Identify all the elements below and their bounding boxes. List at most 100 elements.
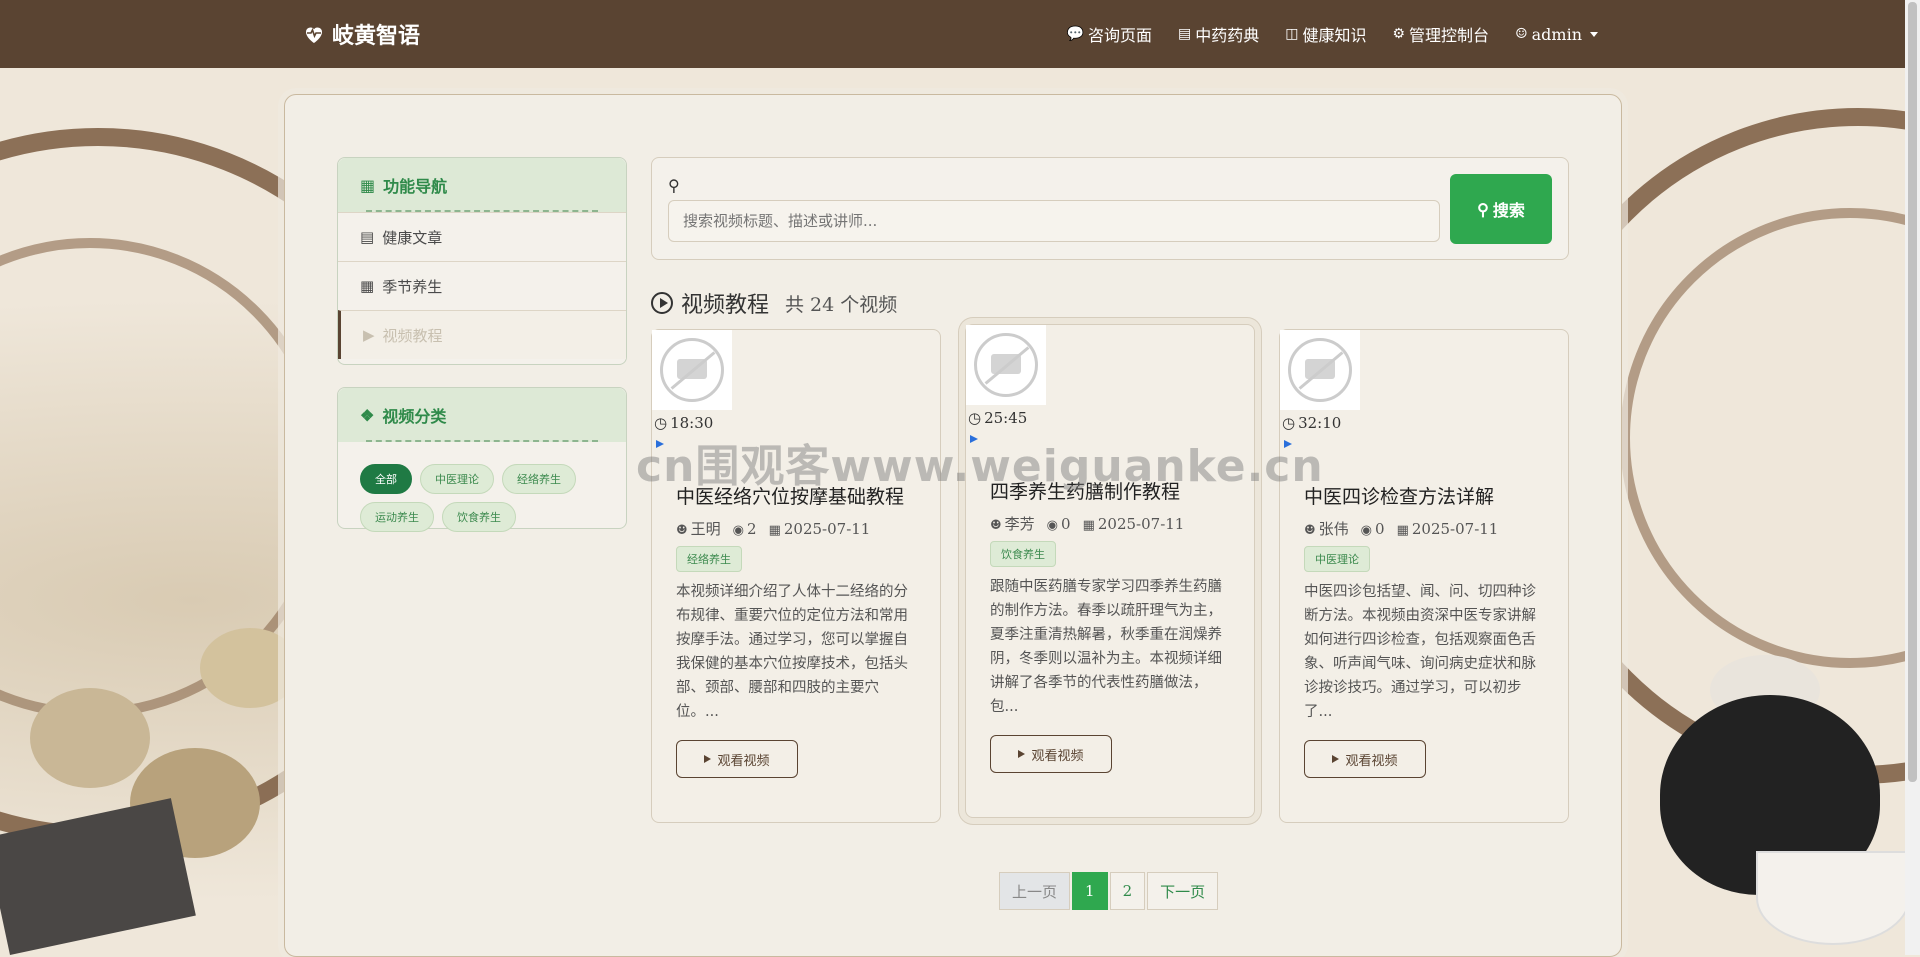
video-title[interactable]: 中医经络穴位按摩基础教程 — [676, 482, 904, 509]
nav-admin-label: 管理控制台 — [1409, 26, 1490, 45]
author-name: 张伟 — [1318, 520, 1349, 538]
sidebar-item-label: 视频教程 — [382, 326, 443, 345]
search-input[interactable] — [668, 200, 1440, 242]
function-nav-panel: ▦ 功能导航 ▤ 健康文章 ▦ 季节养生 ▶ 视频教程 — [337, 157, 627, 365]
video-duration: ◷ 18:30 — [654, 414, 713, 432]
sidebar-item-videos[interactable]: ▶ 视频教程 — [338, 310, 626, 359]
date-text: 2025-07-11 — [1411, 519, 1499, 538]
views-count: 0 — [1061, 514, 1071, 533]
section-heading: 视频教程 共 24 个视频 — [651, 287, 897, 319]
video-title[interactable]: 中医四诊检查方法详解 — [1304, 482, 1494, 509]
date-text: 2025-07-11 — [1097, 514, 1185, 533]
page-scrollbar[interactable] — [1905, 0, 1920, 955]
pagination: 上一页 1 2 下一页 — [999, 872, 1220, 910]
nav-health[interactable]: ◫ 健康知识 — [1285, 22, 1366, 46]
category-meridian[interactable]: 经络养生 — [502, 464, 576, 494]
nav-health-label: 健康知识 — [1302, 26, 1367, 45]
heart-pulse-icon — [306, 27, 322, 43]
watch-video-label: 观看视频 — [1031, 748, 1084, 764]
nav-herbs[interactable]: ▤ 中药药典 — [1178, 22, 1259, 46]
user-icon: ☻ — [676, 523, 688, 538]
category-tcm-theory[interactable]: 中医理论 — [420, 464, 494, 494]
category-badge: 经络养生 — [676, 546, 742, 572]
views-count: 2 — [747, 519, 757, 538]
category-badge: 中医理论 — [1304, 546, 1370, 572]
image-placeholder-icon — [660, 338, 724, 402]
search-icon: ⚲ — [668, 176, 680, 195]
page-1-button[interactable]: 1 — [1072, 872, 1108, 910]
search-panel: ⚲ ⚲ 搜索 — [651, 157, 1569, 260]
play-icon — [1332, 755, 1340, 763]
grid-icon: ▦ — [360, 175, 376, 195]
views-count: 0 — [1375, 519, 1385, 538]
user-circle-icon: ☺ — [1515, 26, 1528, 42]
prev-page-button[interactable]: 上一页 — [999, 872, 1071, 910]
search-button[interactable]: ⚲ 搜索 — [1450, 174, 1552, 244]
play-icon[interactable] — [1284, 440, 1292, 448]
video-meta: ☻ 王明 ◉ 2 ▦ 2025-07-11 — [676, 518, 870, 539]
calendar-icon: ▦ — [768, 522, 781, 538]
image-placeholder-icon — [974, 333, 1038, 397]
watch-video-label: 观看视频 — [717, 753, 770, 769]
views: ◉ 2 — [733, 520, 757, 538]
main-container: ▦ 功能导航 ▤ 健康文章 ▦ 季节养生 ▶ 视频教程 ❖ 视频分类 全部 中医… — [284, 94, 1622, 957]
video-thumbnail[interactable] — [652, 330, 732, 410]
video-category-header: ❖ 视频分类 — [338, 388, 626, 442]
nav-herbs-label: 中药药典 — [1195, 26, 1260, 45]
date-text: 2025-07-11 — [783, 519, 871, 538]
play-circle-icon — [651, 292, 673, 314]
category-diet[interactable]: 饮食养生 — [442, 502, 516, 532]
video-description: 中医四诊包括望、闻、问、切四种诊断方法。本视频由资深中医专家讲解如何进行四诊检查… — [1304, 584, 1536, 720]
nav-admin[interactable]: ⚙ 管理控制台 — [1392, 22, 1489, 46]
nav-consult[interactable]: 💬 咨询页面 — [1067, 22, 1152, 46]
video-meta: ☻ 李芳 ◉ 0 ▦ 2025-07-11 — [990, 513, 1184, 534]
video-description: 跟随中医药膳专家学习四季养生药膳的制作方法。春季以疏肝理气为主，夏季注重清热解暑… — [990, 579, 1222, 715]
video-thumbnail[interactable] — [1280, 330, 1360, 410]
video-card: ◷ 25:45 四季养生药膳制作教程 ☻ 李芳 ◉ 0 ▦ 2025-07-11 饮食养… — [965, 324, 1255, 818]
user-icon: ☻ — [990, 518, 1002, 533]
duration-text: 18:30 — [670, 414, 714, 432]
scrollbar-thumb[interactable] — [1908, 2, 1917, 782]
video-description: 本视频详细介绍了人体十二经络的分布规律、重要穴位的定位方法和常用按摩手法。通过学… — [676, 584, 908, 720]
author-name: 王明 — [690, 520, 721, 538]
date: ▦ 2025-07-11 — [769, 520, 871, 538]
function-nav-title: 功能导航 — [383, 177, 448, 196]
calendar-icon: ▦ — [1082, 517, 1095, 533]
category-exercise[interactable]: 运动养生 — [360, 502, 434, 532]
video-thumbnail[interactable] — [966, 325, 1046, 405]
views: ◉ 0 — [1361, 520, 1385, 538]
brand-logo[interactable]: 岐黄智语 — [302, 18, 420, 50]
video-count: 共 24 个视频 — [785, 293, 898, 316]
video-duration: ◷ 25:45 — [968, 409, 1027, 427]
chat-icon: 💬 — [1066, 26, 1084, 42]
search-button-label: 搜索 — [1492, 201, 1525, 220]
play-icon[interactable] — [656, 440, 664, 448]
image-placeholder-icon — [1288, 338, 1352, 402]
sidebar-item-seasonal[interactable]: ▦ 季节养生 — [338, 261, 626, 310]
herb-bowl-1 — [30, 688, 150, 788]
nav-links: 💬 咨询页面 ▤ 中药药典 ◫ 健康知识 ⚙ 管理控制台 ☺ admin — [1067, 22, 1598, 46]
category-all[interactable]: 全部 — [360, 464, 412, 494]
eye-icon: ◉ — [732, 522, 745, 538]
user-menu-label: admin — [1531, 24, 1582, 44]
gear-icon: ⚙ — [1392, 26, 1406, 42]
user-icon: ☻ — [1304, 523, 1316, 538]
play-icon[interactable] — [970, 435, 978, 443]
teacup — [1756, 851, 1910, 945]
watch-video-button[interactable]: 观看视频 — [1304, 740, 1426, 778]
page-2-button[interactable]: 2 — [1109, 872, 1146, 910]
calendar-icon: ▦ — [1396, 522, 1409, 538]
watch-video-button[interactable]: 观看视频 — [990, 735, 1112, 773]
watch-video-button[interactable]: 观看视频 — [676, 740, 798, 778]
section-title: 视频教程 — [681, 293, 770, 318]
sidebar-item-articles[interactable]: ▤ 健康文章 — [338, 212, 626, 261]
next-page-button[interactable]: 下一页 — [1147, 872, 1219, 910]
open-book-icon: ◫ — [1285, 26, 1299, 42]
author: ☻ 张伟 — [1304, 518, 1349, 539]
video-category-title: 视频分类 — [382, 407, 447, 426]
video-duration: ◷ 32:10 — [1282, 414, 1341, 432]
video-title[interactable]: 四季养生药膳制作教程 — [990, 477, 1180, 504]
video-card: ◷ 32:10 中医四诊检查方法详解 ☻ 张伟 ◉ 0 ▦ 2025-07-11 中医理… — [1279, 329, 1569, 823]
user-menu[interactable]: ☺ admin — [1515, 22, 1598, 46]
eye-icon: ◉ — [1360, 522, 1373, 538]
